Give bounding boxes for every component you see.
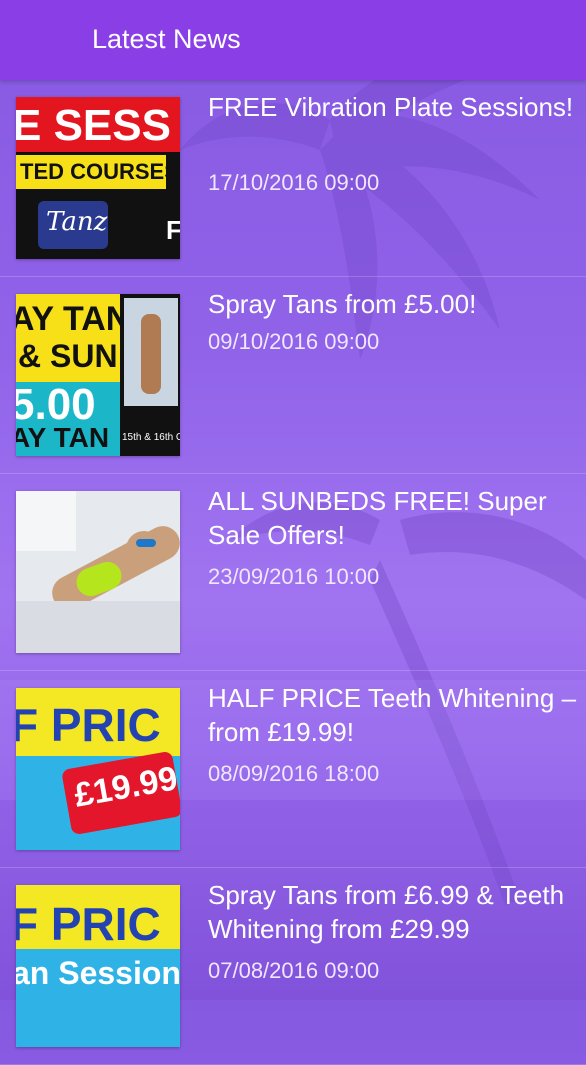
thumb-text: F PRIC: [16, 699, 161, 751]
app-bar: Latest News: [0, 0, 586, 80]
news-title: Spray Tans from £5.00!: [208, 289, 477, 319]
news-list: E SESS TED COURSES Tanz F FREE Vibration…: [0, 80, 586, 1065]
page-title: Latest News: [92, 24, 241, 54]
thumb-text: TED COURSES: [20, 159, 179, 184]
news-title: HALF PRICE Teeth Whitening – from £19.99…: [208, 683, 577, 747]
news-item[interactable]: AY TAN & SUN 5.00 AY TAN 15th & 16th C S…: [0, 277, 586, 474]
news-title: FREE Vibration Plate Sessions!: [208, 92, 574, 122]
news-title: Spray Tans from £6.99 & Teeth Whitening …: [208, 880, 565, 944]
news-item[interactable]: ALL SUNBEDS FREE! Super Sale Offers! 23/…: [0, 474, 586, 671]
thumb-text: F PRIC: [16, 898, 161, 950]
thumb-text: Tanz: [46, 207, 108, 237]
news-date: 08/09/2016 18:00: [208, 761, 380, 786]
thumb-text: & SUN: [18, 338, 118, 374]
news-date: 17/10/2016 09:00: [208, 170, 380, 195]
news-thumbnail: E SESS TED COURSES Tanz F: [16, 97, 180, 259]
thumb-text: AY TAN: [16, 422, 110, 453]
news-thumbnail: F PRIC £19.99: [16, 688, 180, 850]
news-item[interactable]: F PRIC £19.99 HALF PRICE Teeth Whitening…: [0, 671, 586, 868]
news-thumbnail: F PRIC an Session: [16, 885, 180, 1047]
news-item[interactable]: E SESS TED COURSES Tanz F FREE Vibration…: [0, 80, 586, 277]
news-thumbnail: [16, 491, 180, 653]
news-date: 23/09/2016 10:00: [208, 564, 380, 589]
news-date: 07/08/2016 09:00: [208, 958, 380, 983]
news-date: 09/10/2016 09:00: [208, 329, 380, 354]
thumb-text: E SESS: [16, 101, 171, 150]
news-item[interactable]: F PRIC an Session Spray Tans from £6.99 …: [0, 868, 586, 1065]
thumb-text: an Session: [16, 955, 180, 991]
news-thumbnail: AY TAN & SUN 5.00 AY TAN 15th & 16th C: [16, 294, 180, 456]
thumb-text: F: [166, 215, 180, 245]
thumb-text: 15th & 16th C: [122, 432, 180, 443]
thumb-text: AY TAN: [16, 300, 131, 338]
news-title: ALL SUNBEDS FREE! Super Sale Offers!: [208, 486, 547, 550]
